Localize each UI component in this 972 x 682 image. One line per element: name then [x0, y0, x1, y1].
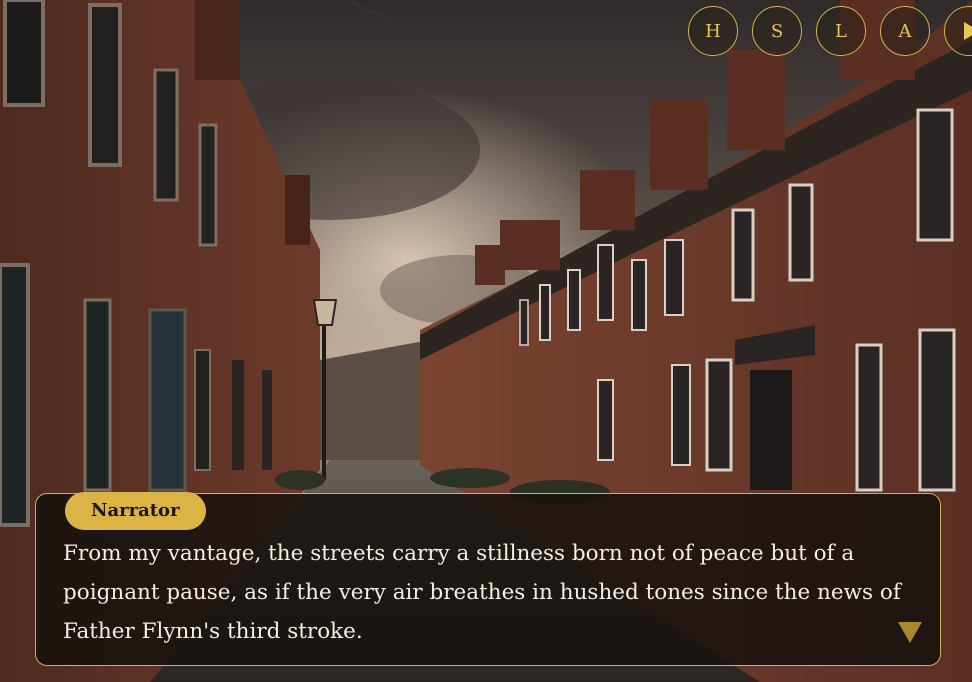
- triangle-down-icon[interactable]: [898, 622, 922, 643]
- save-button[interactable]: S: [752, 6, 802, 56]
- dialogue-box[interactable]: Narrator From my vantage, the streets ca…: [35, 492, 941, 666]
- dialogue-text: From my vantage, the streets carry a sti…: [63, 541, 901, 644]
- skip-button[interactable]: [944, 6, 972, 56]
- history-button[interactable]: H: [688, 6, 738, 56]
- speaker-name-badge: Narrator: [65, 492, 206, 530]
- play-icon: [963, 22, 972, 40]
- auto-button[interactable]: A: [880, 6, 930, 56]
- load-button[interactable]: L: [816, 6, 866, 56]
- game-screen: H S L A Narrator From my vantage, the st…: [0, 0, 972, 682]
- quick-menu: H S L A: [688, 6, 972, 56]
